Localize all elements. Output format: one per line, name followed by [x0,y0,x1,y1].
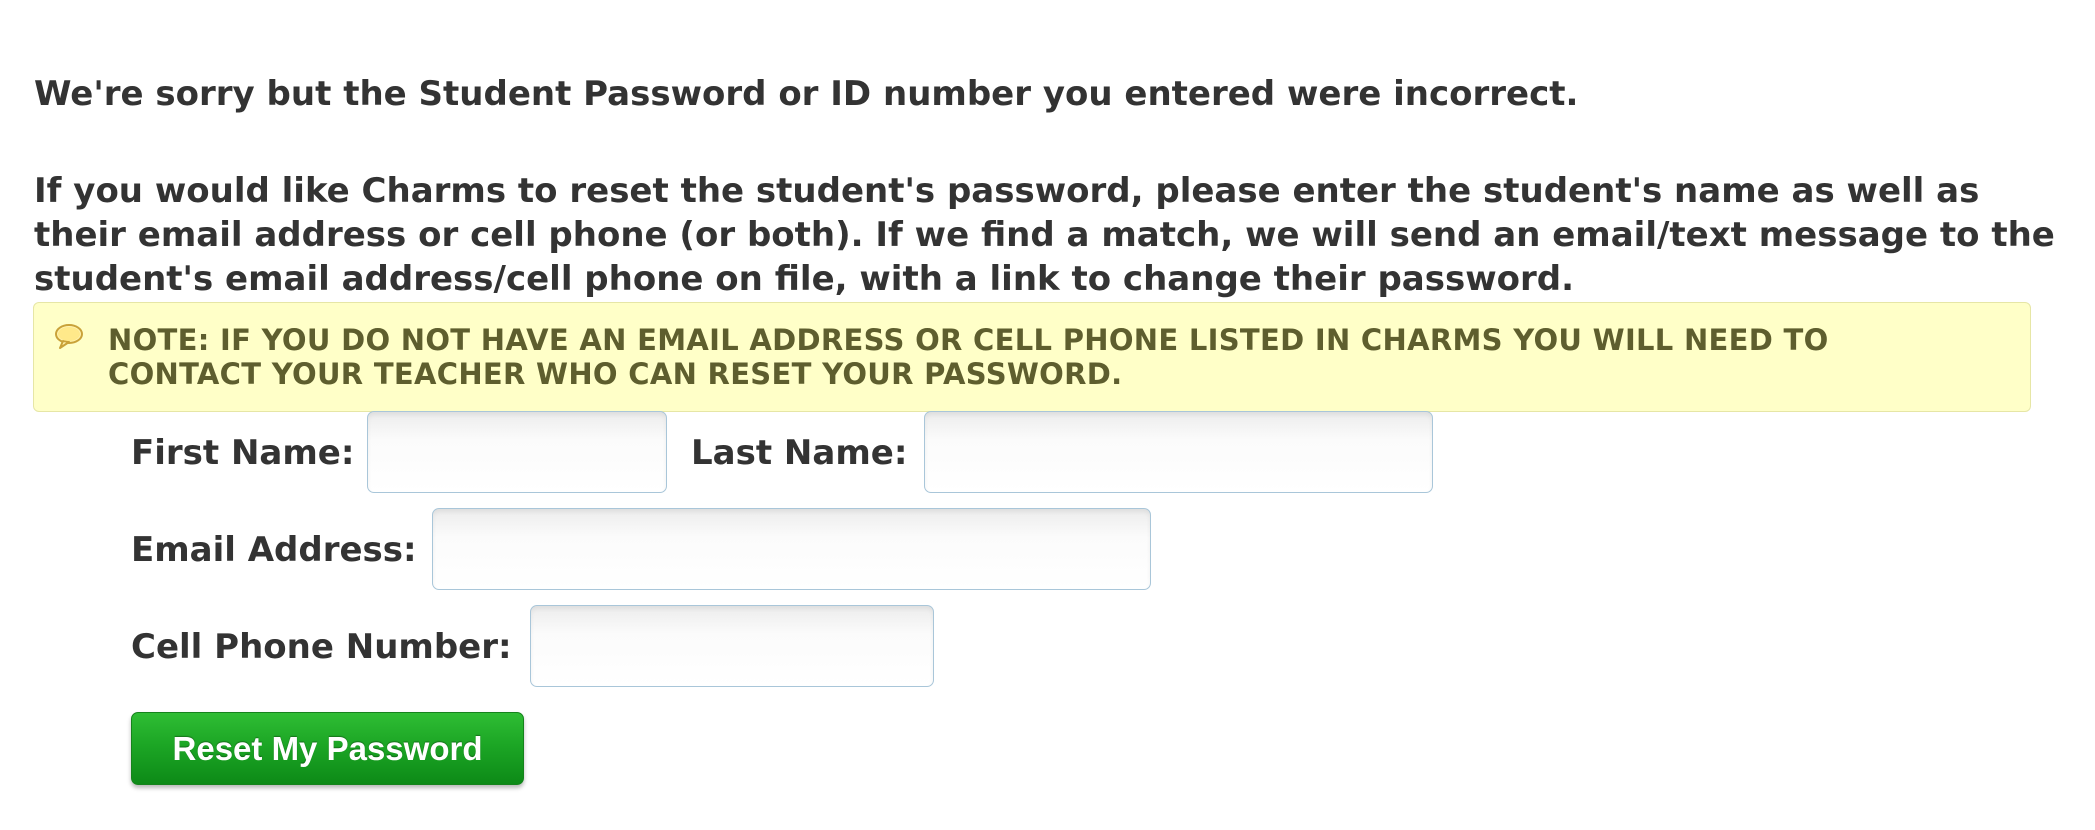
note-text: NOTE: IF YOU DO NOT HAVE AN EMAIL ADDRES… [108,323,1829,391]
first-name-label: First Name: [131,433,355,473]
email-address-label: Email Address: [131,530,417,570]
email-address-input[interactable] [432,508,1151,590]
reset-instructions: If you would like Charms to reset the st… [34,171,2055,299]
last-name-input[interactable] [924,411,1433,493]
password-reset-page: We're sorry but the Student Password or … [0,0,2095,830]
reset-password-button[interactable]: Reset My Password [131,712,524,785]
cell-phone-input[interactable] [530,605,934,687]
last-name-label: Last Name: [691,433,908,473]
first-name-input[interactable] [367,411,667,493]
cell-phone-label: Cell Phone Number: [131,627,512,667]
note-box: NOTE: IF YOU DO NOT HAVE AN EMAIL ADDRES… [33,302,2031,412]
error-message: We're sorry but the Student Password or … [34,74,1579,114]
speech-bubble-icon [55,324,83,349]
